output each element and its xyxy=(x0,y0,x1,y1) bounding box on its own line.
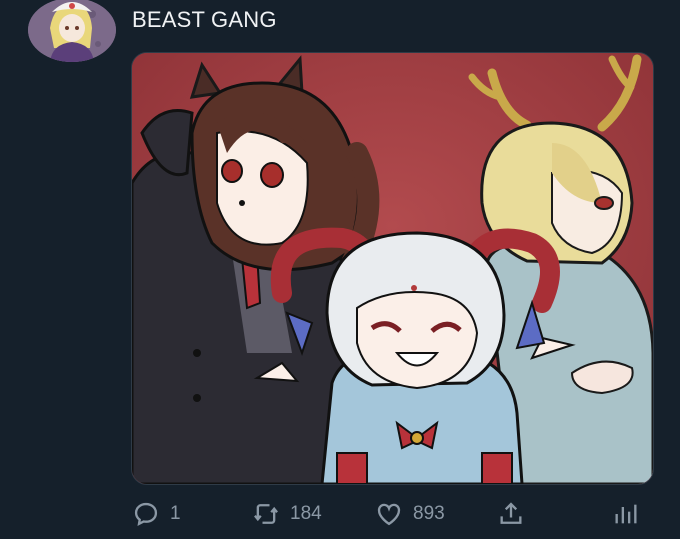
like-count: 893 xyxy=(413,503,445,524)
retweet-count: 184 xyxy=(290,503,322,524)
avatar[interactable] xyxy=(28,0,116,62)
share-icon xyxy=(500,502,522,524)
tweet-media[interactable] xyxy=(131,52,654,485)
tweet-action-bar: 1 184 893 xyxy=(0,494,680,534)
reply-count: 1 xyxy=(170,503,181,524)
speech-bubble-icon xyxy=(134,502,158,527)
retweet-icon xyxy=(254,504,278,524)
tweet-text: BEAST GANG xyxy=(132,7,277,32)
like-button[interactable]: 893 xyxy=(375,494,445,534)
avatar-image xyxy=(28,0,116,62)
share-button[interactable] xyxy=(497,494,525,534)
retweet-button[interactable]: 184 xyxy=(252,494,322,534)
illustration-image xyxy=(132,53,653,484)
bar-chart-icon xyxy=(615,504,637,524)
reply-button[interactable]: 1 xyxy=(132,494,181,534)
view-stats-button[interactable] xyxy=(612,494,640,534)
heart-icon xyxy=(377,503,401,526)
